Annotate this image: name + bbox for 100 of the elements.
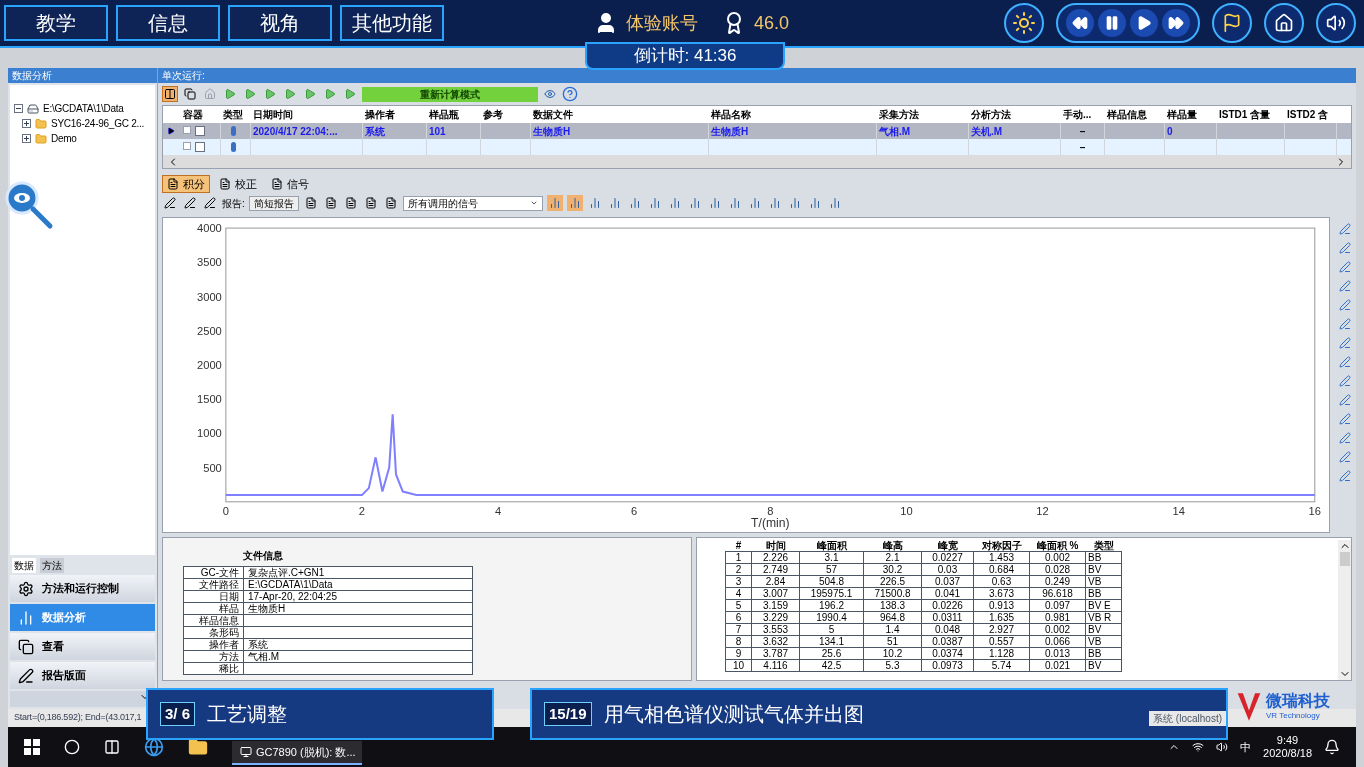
side-tool-button[interactable] <box>1337 335 1353 351</box>
side-tool-button[interactable] <box>1337 297 1353 313</box>
bar-chart-icon <box>808 197 821 209</box>
help-button[interactable] <box>562 86 578 102</box>
table-cell: 2.1 <box>885 552 900 563</box>
pen-icon <box>1339 337 1351 349</box>
side-tool-button[interactable] <box>1337 221 1353 237</box>
start-icon[interactable] <box>24 739 40 755</box>
panel-header: 数据分析 <box>8 68 157 83</box>
row-checkbox[interactable] <box>195 126 205 136</box>
nav-button[interactable]: 查看 <box>10 633 155 660</box>
horizontal-scrollbar[interactable] <box>163 155 1351 168</box>
scrollbar-thumb[interactable] <box>1339 552 1350 566</box>
expand-toggle[interactable] <box>22 134 31 143</box>
bar-chart-icon <box>728 197 741 209</box>
pen-icon <box>1339 318 1351 330</box>
copy-button[interactable] <box>182 86 198 102</box>
table-cell: 30.2 <box>882 564 903 575</box>
side-tool-button[interactable] <box>1337 411 1353 427</box>
side-tool-button[interactable] <box>1337 373 1353 389</box>
logo-subtitle: VR Technology <box>1266 710 1321 722</box>
table-cell: VB <box>1088 576 1102 587</box>
home-button[interactable] <box>1264 3 1304 43</box>
table-row[interactable]: – <box>163 139 1351 155</box>
view-tab[interactable]: 积分 <box>162 175 210 193</box>
tool-button[interactable] <box>202 195 218 211</box>
column-header: # <box>735 540 742 551</box>
column-header: ISTD2 含 <box>1287 109 1329 120</box>
expand-toggle[interactable] <box>22 119 31 128</box>
vertical-scrollbar[interactable] <box>1338 540 1351 680</box>
notification-icon[interactable] <box>1324 739 1340 755</box>
report-title: 文件信息 <box>243 550 283 561</box>
info-value: 17-Apr-20, 22:04:25 <box>248 591 337 602</box>
table-cell: 3.553 <box>763 624 788 635</box>
hud-tab[interactable]: 信息 <box>116 5 220 41</box>
pause-icon <box>1104 15 1120 31</box>
view-tab[interactable]: 信号 <box>266 175 314 193</box>
step-title: 用气相色谱仪测试气体并出图 <box>603 702 864 727</box>
ime-indicator[interactable]: 中 <box>1240 738 1252 756</box>
side-tool-button[interactable] <box>1337 449 1353 465</box>
nav-button[interactable]: 方法和运行控制 <box>10 575 155 602</box>
table-cell: BV <box>1088 660 1102 671</box>
clock-date[interactable]: 2020/8/18 <box>1263 747 1312 760</box>
side-tool-button[interactable] <box>1337 278 1353 294</box>
pause-button[interactable] <box>1098 9 1126 37</box>
play-button[interactable] <box>1130 9 1158 37</box>
browser-icon[interactable] <box>144 737 164 757</box>
step-title: 工艺调整 <box>207 702 288 727</box>
network-icon[interactable] <box>1192 741 1205 753</box>
bar-chart-icon <box>648 197 661 209</box>
sidebar-tab[interactable]: 方法 <box>40 558 64 573</box>
volume-button[interactable] <box>1316 3 1356 43</box>
tree-item[interactable]: Demo <box>51 131 77 146</box>
report-select[interactable]: 简短报告 <box>248 195 299 211</box>
tree-item[interactable]: E:\GCDATA\1\Data <box>43 101 124 116</box>
layout-button[interactable] <box>162 86 178 102</box>
nav-button[interactable]: 数据分析 <box>10 604 155 631</box>
table-cell: 1.4 <box>885 624 900 635</box>
side-tool-button[interactable] <box>1337 259 1353 275</box>
rewind-button[interactable] <box>1066 9 1094 37</box>
side-tool-button[interactable] <box>1337 468 1353 484</box>
side-tool-button[interactable] <box>1337 316 1353 332</box>
bar-chart-icon <box>788 197 801 209</box>
table-cell: 0.002 <box>1045 552 1070 563</box>
fast-forward-button[interactable] <box>1162 9 1190 37</box>
side-tool-button[interactable] <box>1337 430 1353 446</box>
magnifier-icon[interactable] <box>4 180 54 230</box>
search-icon[interactable] <box>64 739 80 755</box>
task-view-icon[interactable] <box>104 739 120 755</box>
table-cell: 0.0387 <box>932 636 963 647</box>
side-tool-button[interactable] <box>1337 240 1353 256</box>
hud-tab[interactable]: 其他功能 <box>340 5 444 41</box>
sidebar-tab[interactable]: 数据 <box>12 558 36 573</box>
nav-button[interactable]: 报告版面 <box>10 662 155 689</box>
volume-icon[interactable] <box>1216 741 1229 753</box>
info-label: 样品信息 <box>199 615 239 626</box>
clock-time[interactable]: 9:49 <box>1276 734 1299 747</box>
dropdown-icon <box>529 199 538 207</box>
light-button[interactable] <box>1004 3 1044 43</box>
tool-button[interactable] <box>162 195 178 211</box>
tree-item[interactable]: SYC16-24-96_GC 2... <box>51 116 145 131</box>
hud-tab[interactable]: 视角 <box>228 5 332 41</box>
view-tab[interactable]: 校正 <box>214 175 262 193</box>
document-icon <box>324 197 337 209</box>
expand-toggle[interactable] <box>14 104 23 113</box>
side-tool-button[interactable] <box>1337 392 1353 408</box>
table-cell-text: 2020/4/17 22:04:... <box>253 124 338 139</box>
info-label: GC-文件 <box>200 567 239 578</box>
row-checkbox[interactable] <box>195 142 205 152</box>
taskbar-app[interactable]: GC7890 (脱机): 数... <box>232 741 362 765</box>
signal-select[interactable]: 所有调用的信号 <box>402 195 543 211</box>
info-value: 生物质H <box>248 603 286 614</box>
bar-chart-icon <box>588 197 601 209</box>
table-cell: 10.2 <box>882 648 903 659</box>
tool-button[interactable] <box>182 195 198 211</box>
flag-button[interactable] <box>1212 3 1252 43</box>
hud-tab[interactable]: 教学 <box>4 5 108 41</box>
info-label: 文件路径 <box>199 579 239 590</box>
side-tool-button[interactable] <box>1337 354 1353 370</box>
table-row[interactable]: 2020/4/17 22:04:... 系统 101 生物质H 生物质H 气相.M 关机.M – 0 <box>163 123 1351 139</box>
